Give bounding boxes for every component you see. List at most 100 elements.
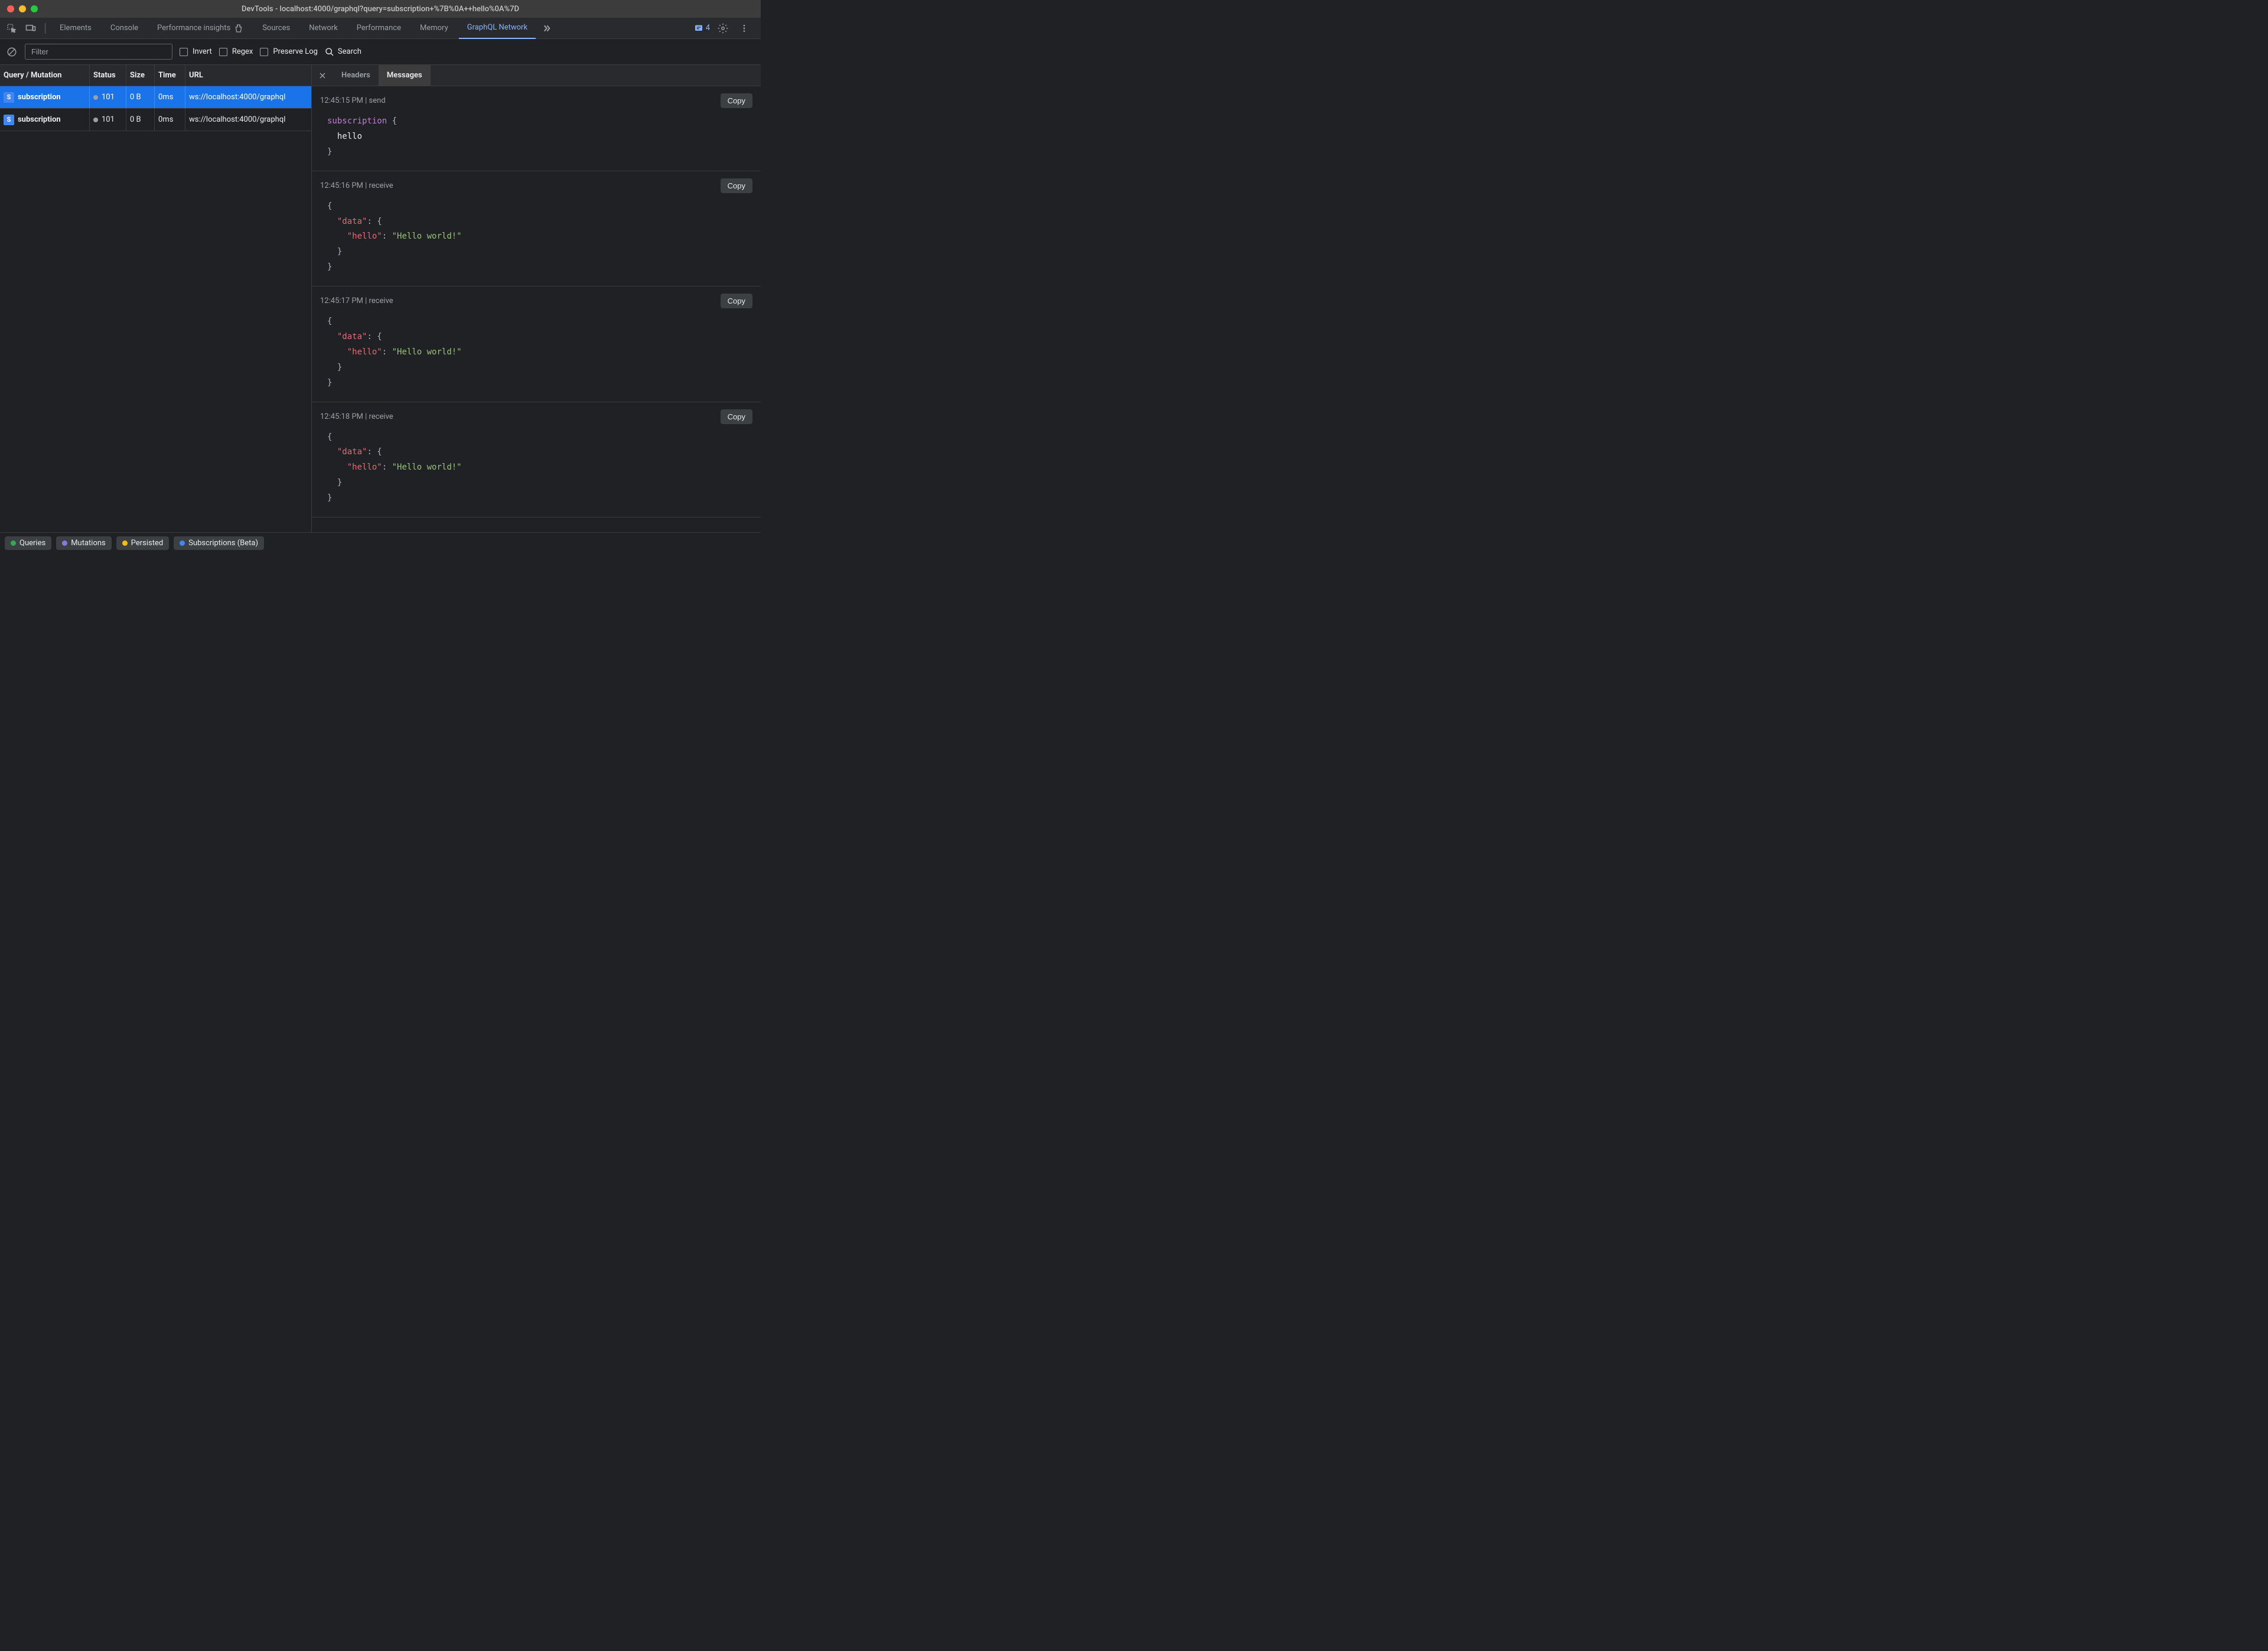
message-time: 12:45:15 PM | send [320, 96, 386, 105]
table-row[interactable]: Ssubscription1010 B0msws://localhost:400… [0, 109, 311, 131]
regex-checkbox[interactable]: Regex [219, 47, 253, 56]
copy-button[interactable]: Copy [721, 294, 752, 308]
message: 12:45:17 PM | receive Copy { "data": { "he… [312, 286, 761, 402]
detail-panel: Headers Messages 12:45:15 PM | send Copy s… [312, 65, 761, 532]
clear-icon[interactable] [6, 46, 18, 58]
message-header: 12:45:18 PM | receive Copy [320, 409, 752, 424]
main: Query / Mutation Status Size Time URL Ss… [0, 65, 761, 532]
detail-tab-headers[interactable]: Headers [333, 65, 379, 86]
message-time: 12:45:16 PM | receive [320, 181, 393, 190]
th-time[interactable]: Time [155, 65, 185, 86]
filter-input[interactable] [25, 44, 172, 60]
message-body: { "data": { "hello": "Hello world!" } } [320, 199, 752, 275]
tab-performance[interactable]: Performance [348, 18, 409, 39]
cell-query: Ssubscription [0, 109, 90, 131]
checkbox-icon [219, 48, 227, 56]
type-badge: S [4, 92, 14, 103]
request-list-panel: Query / Mutation Status Size Time URL Ss… [0, 65, 312, 532]
devtools-tabs-bar: Elements Console Performance insights So… [0, 18, 761, 39]
dot-icon [11, 540, 16, 546]
cell-status: 101 [90, 109, 126, 131]
status-dot-icon [93, 118, 98, 122]
checkbox-icon [260, 48, 268, 56]
copy-button[interactable]: Copy [721, 178, 752, 193]
close-detail-icon[interactable] [312, 65, 333, 86]
message-time: 12:45:18 PM | receive [320, 412, 393, 421]
message: 12:45:16 PM | receive Copy { "data": { "he… [312, 171, 761, 286]
message-body: subscription { hello } [320, 114, 752, 160]
tab-performance-insights-label: Performance insights [157, 24, 230, 32]
detail-tabs: Headers Messages [312, 65, 761, 86]
pill-label: Persisted [131, 539, 163, 548]
pill-mutations[interactable]: Mutations [56, 536, 112, 550]
dot-icon [122, 540, 128, 546]
inspect-element-icon[interactable] [4, 20, 20, 37]
tab-performance-insights[interactable]: Performance insights [149, 18, 252, 39]
tab-graphql-network[interactable]: GraphQL Network [459, 18, 536, 39]
status-dot-icon [93, 95, 98, 100]
footer: Queries Mutations Persisted Subscription… [0, 532, 761, 553]
toolbar: Invert Regex Preserve Log Search [0, 39, 761, 65]
message-body: { "data": { "hello": "Hello world!" } } [320, 430, 752, 506]
detail-tab-messages[interactable]: Messages [379, 65, 431, 86]
message-time: 12:45:17 PM | receive [320, 297, 393, 305]
cell-query: Ssubscription [0, 86, 90, 108]
message-header: 12:45:17 PM | receive Copy [320, 294, 752, 308]
tab-sources[interactable]: Sources [254, 18, 298, 39]
tab-console[interactable]: Console [102, 18, 146, 39]
regex-label: Regex [232, 47, 253, 56]
minimize-window-button[interactable] [19, 5, 26, 12]
table-row[interactable]: Ssubscription1010 B0msws://localhost:400… [0, 86, 311, 109]
tab-elements[interactable]: Elements [51, 18, 100, 39]
search-icon [325, 47, 334, 57]
invert-label: Invert [193, 47, 212, 56]
type-badge: S [4, 115, 14, 125]
tab-memory[interactable]: Memory [412, 18, 457, 39]
message-header: 12:45:16 PM | receive Copy [320, 178, 752, 193]
search-button[interactable]: Search [325, 47, 361, 57]
table-header: Query / Mutation Status Size Time URL [0, 65, 311, 86]
cell-url: ws://localhost:4000/graphql [185, 109, 311, 131]
pill-label: Subscriptions (Beta) [188, 539, 258, 548]
message: 12:45:18 PM | receive Copy { "data": { "he… [312, 402, 761, 517]
th-size[interactable]: Size [126, 65, 155, 86]
cell-url: ws://localhost:4000/graphql [185, 86, 311, 108]
copy-button[interactable]: Copy [721, 409, 752, 424]
checkbox-icon [180, 48, 188, 56]
table-body: Ssubscription1010 B0msws://localhost:400… [0, 86, 311, 131]
device-toolbar-icon[interactable] [22, 20, 39, 37]
preserve-log-label: Preserve Log [273, 47, 318, 56]
pill-queries[interactable]: Queries [5, 536, 51, 550]
issues-badge[interactable]: 4 [694, 24, 710, 33]
issues-count: 4 [706, 24, 710, 32]
settings-icon[interactable] [715, 20, 731, 37]
message: 12:45:15 PM | send Copy subscription { hel… [312, 86, 761, 171]
traffic-lights [7, 5, 38, 12]
cell-status: 101 [90, 86, 126, 108]
tab-network[interactable]: Network [301, 18, 346, 39]
pill-persisted[interactable]: Persisted [116, 536, 169, 550]
pill-label: Queries [19, 539, 45, 548]
cell-size: 0 B [126, 109, 155, 131]
more-options-icon[interactable] [736, 20, 752, 37]
more-tabs-icon[interactable] [538, 20, 555, 37]
message-header: 12:45:15 PM | send Copy [320, 93, 752, 108]
preserve-log-checkbox[interactable]: Preserve Log [260, 47, 318, 56]
th-query[interactable]: Query / Mutation [0, 65, 90, 86]
search-label: Search [338, 47, 361, 56]
window-title: DevTools - localhost:4000/graphql?query=… [242, 5, 519, 14]
dot-icon [180, 540, 185, 546]
maximize-window-button[interactable] [31, 5, 38, 12]
cell-time: 0ms [155, 109, 185, 131]
titlebar: DevTools - localhost:4000/graphql?query=… [0, 0, 761, 18]
invert-checkbox[interactable]: Invert [180, 47, 212, 56]
th-url[interactable]: URL [185, 65, 311, 86]
pill-subscriptions[interactable]: Subscriptions (Beta) [174, 536, 264, 550]
close-window-button[interactable] [7, 5, 14, 12]
messages-list: 12:45:15 PM | send Copy subscription { hel… [312, 86, 761, 532]
message-body: { "data": { "hello": "Hello world!" } } [320, 314, 752, 390]
copy-button[interactable]: Copy [721, 93, 752, 108]
cell-time: 0ms [155, 86, 185, 108]
dot-icon [62, 540, 67, 546]
th-status[interactable]: Status [90, 65, 126, 86]
